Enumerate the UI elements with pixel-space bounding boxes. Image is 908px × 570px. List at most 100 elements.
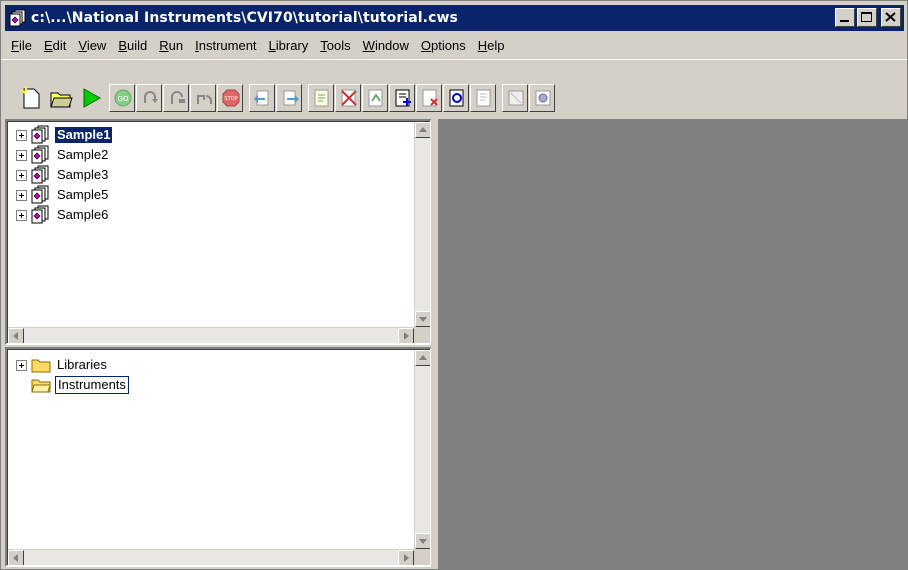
- project-tree-pane: Sample1 Sample2 Sample3 Sample5 Sample6: [5, 119, 432, 345]
- scroll-up-button[interactable]: [415, 350, 430, 366]
- menu-edit[interactable]: Edit: [38, 38, 72, 53]
- menu-label: ptions: [431, 37, 466, 53]
- source-button[interactable]: [502, 84, 528, 112]
- source-icon: [508, 90, 524, 106]
- tree-item-libraries[interactable]: Libraries: [16, 355, 129, 375]
- breakpoint-prev-button[interactable]: [249, 84, 275, 112]
- function-panel-button[interactable]: [529, 84, 555, 112]
- tree-item-sample6[interactable]: Sample6: [16, 205, 112, 225]
- scroll-corner: [414, 327, 430, 343]
- run-button[interactable]: [77, 84, 105, 112]
- tree-item-label: Sample5: [57, 187, 109, 202]
- menu-instrument[interactable]: Instrument: [189, 38, 262, 53]
- scroll-right-button[interactable]: [398, 550, 414, 565]
- expand-icon[interactable]: [16, 189, 27, 201]
- scroll-up-button[interactable]: [415, 122, 430, 138]
- arrow-up-icon: [419, 127, 427, 132]
- window-title: c:\...\National Instruments\CVI70\tutori…: [31, 10, 458, 26]
- menu-label: ile: [18, 37, 32, 53]
- arrow-up-icon: [419, 355, 427, 360]
- maximize-icon: [861, 12, 872, 22]
- menu-accel: L: [268, 37, 276, 53]
- new-file-button[interactable]: [17, 84, 45, 112]
- go-icon: GO: [114, 89, 132, 107]
- new-file-icon: [21, 87, 40, 109]
- horizontal-scrollbar[interactable]: [8, 549, 414, 565]
- toggle-breakpoint-button[interactable]: [308, 84, 334, 112]
- menu-build[interactable]: Build: [112, 38, 153, 53]
- refresh-icon: [449, 89, 464, 107]
- tree-item-sample2[interactable]: Sample2: [16, 145, 112, 165]
- remove-file-button[interactable]: [416, 84, 442, 112]
- breakpoints-list-button[interactable]: [362, 84, 388, 112]
- arrow-down-icon: [419, 539, 427, 544]
- title-bar[interactable]: c:\...\National Instruments\CVI70\tutori…: [5, 5, 904, 31]
- breakpoint-next-button[interactable]: [276, 84, 302, 112]
- step-over-button[interactable]: [163, 84, 189, 112]
- menu-library[interactable]: Library: [263, 38, 315, 53]
- step-into-button[interactable]: [136, 84, 162, 112]
- maximize-button[interactable]: [857, 8, 877, 27]
- expand-icon[interactable]: [16, 129, 27, 141]
- close-button[interactable]: [881, 8, 901, 27]
- menu-accel: E: [43, 37, 53, 53]
- cvi-main-window: c:\...\National Instruments\CVI70\tutori…: [0, 0, 908, 570]
- menu-options[interactable]: Options: [415, 38, 472, 53]
- menu-accel: H: [477, 37, 488, 53]
- arrow-left-icon: [13, 554, 18, 562]
- tree-item-sample5[interactable]: Sample5: [16, 185, 112, 205]
- minimize-button[interactable]: [835, 8, 855, 27]
- menu-help[interactable]: Help: [472, 38, 511, 53]
- refresh-button[interactable]: [443, 84, 469, 112]
- scroll-down-button[interactable]: [415, 533, 430, 549]
- open-folder-button[interactable]: [47, 84, 75, 112]
- menu-window[interactable]: Window: [357, 38, 415, 53]
- scroll-left-button[interactable]: [8, 328, 24, 343]
- tree-item-label: Sample2: [57, 147, 109, 162]
- breakpoint-prev-icon: [254, 90, 269, 106]
- toggle-breakpoint-icon: [314, 89, 329, 107]
- view-file-button[interactable]: [470, 84, 496, 112]
- go-button[interactable]: GO: [109, 84, 135, 112]
- tree-item-sample3[interactable]: Sample3: [16, 165, 112, 185]
- menu-label: uild: [127, 37, 148, 53]
- menu-label: nstrument: [198, 37, 257, 53]
- function-panel-icon: [535, 90, 551, 106]
- library-tree-pane: Libraries Instruments: [5, 347, 432, 567]
- scroll-right-button[interactable]: [398, 328, 414, 343]
- add-file-button[interactable]: [389, 84, 415, 112]
- expand-icon[interactable]: [16, 149, 27, 161]
- menu-tools[interactable]: Tools: [314, 38, 356, 53]
- run-icon: [83, 88, 102, 108]
- tree-item-instruments[interactable]: Instruments: [16, 375, 129, 395]
- menu-file[interactable]: File: [5, 38, 38, 53]
- menu-view[interactable]: View: [72, 38, 112, 53]
- clear-breakpoints-button[interactable]: [335, 84, 361, 112]
- menu-run[interactable]: Run: [153, 38, 189, 53]
- breakpoint-next-icon: [283, 90, 299, 106]
- view-file-icon: [476, 89, 491, 107]
- svg-text:GO: GO: [118, 95, 129, 103]
- expand-icon[interactable]: [16, 359, 27, 371]
- menu-accel: R: [159, 37, 169, 53]
- mdi-workspace[interactable]: [438, 119, 907, 569]
- arrow-right-icon: [404, 554, 409, 562]
- scroll-down-button[interactable]: [415, 311, 430, 327]
- vertical-scrollbar[interactable]: [414, 350, 430, 549]
- add-file-icon: [395, 89, 411, 107]
- library-tree: Libraries Instruments: [16, 355, 129, 395]
- finish-function-button[interactable]: [190, 84, 216, 112]
- pane-splitter[interactable]: [431, 119, 438, 569]
- vertical-scrollbar[interactable]: [414, 122, 430, 327]
- horizontal-scrollbar[interactable]: [8, 327, 414, 343]
- tree-item-sample1[interactable]: Sample1: [16, 125, 114, 145]
- terminate-button[interactable]: STOP: [217, 84, 243, 112]
- expand-icon[interactable]: [16, 209, 27, 221]
- menu-label: ools: [326, 37, 351, 53]
- expand-icon[interactable]: [16, 169, 27, 181]
- tree-item-label: Sample1: [53, 126, 114, 144]
- scroll-left-button[interactable]: [8, 550, 24, 565]
- menu-label: un: [168, 37, 184, 53]
- tree-item-label: Libraries: [57, 357, 107, 372]
- clear-breakpoints-icon: [341, 89, 357, 107]
